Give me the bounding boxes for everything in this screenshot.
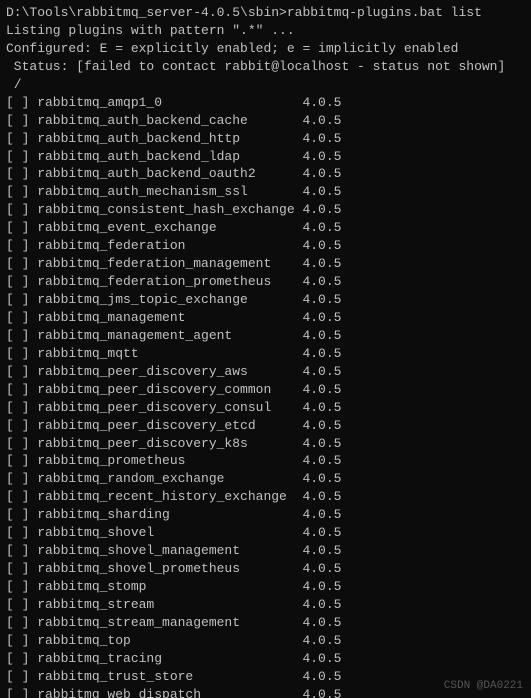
terminal-line: [ ] rabbitmq_random_exchange 4.0.5 bbox=[6, 470, 525, 488]
terminal-line: [ ] rabbitmq_management 4.0.5 bbox=[6, 309, 525, 327]
terminal-line: / bbox=[6, 76, 525, 94]
terminal-line: [ ] rabbitmq_tracing 4.0.5 bbox=[6, 650, 525, 668]
terminal-line: [ ] rabbitmq_event_exchange 4.0.5 bbox=[6, 219, 525, 237]
terminal-line: [ ] rabbitmq_peer_discovery_aws 4.0.5 bbox=[6, 363, 525, 381]
terminal-line: [ ] rabbitmq_stream 4.0.5 bbox=[6, 596, 525, 614]
terminal-line: [ ] rabbitmq_auth_backend_http 4.0.5 bbox=[6, 130, 525, 148]
terminal-line: [ ] rabbitmq_peer_discovery_etcd 4.0.5 bbox=[6, 417, 525, 435]
terminal-line: [ ] rabbitmq_jms_topic_exchange 4.0.5 bbox=[6, 291, 525, 309]
terminal-line: [ ] rabbitmq_prometheus 4.0.5 bbox=[6, 452, 525, 470]
terminal-output: D:\Tools\rabbitmq_server-4.0.5\sbin>rabb… bbox=[6, 4, 525, 698]
terminal-line: [ ] rabbitmq_management_agent 4.0.5 bbox=[6, 327, 525, 345]
terminal-line: [ ] rabbitmq_shovel 4.0.5 bbox=[6, 524, 525, 542]
terminal-line: D:\Tools\rabbitmq_server-4.0.5\sbin>rabb… bbox=[6, 4, 525, 22]
terminal-line: [ ] rabbitmq_shovel_management 4.0.5 bbox=[6, 542, 525, 560]
terminal-line: [ ] rabbitmq_mqtt 4.0.5 bbox=[6, 345, 525, 363]
watermark: CSDN @DA0221 bbox=[444, 680, 523, 692]
terminal-line: [ ] rabbitmq_auth_backend_oauth2 4.0.5 bbox=[6, 165, 525, 183]
terminal-line: [ ] rabbitmq_federation 4.0.5 bbox=[6, 237, 525, 255]
terminal-line: Listing plugins with pattern ".*" ... bbox=[6, 22, 525, 40]
terminal-window: D:\Tools\rabbitmq_server-4.0.5\sbin>rabb… bbox=[0, 0, 531, 698]
terminal-line: [ ] rabbitmq_amqp1_0 4.0.5 bbox=[6, 94, 525, 112]
terminal-line: Configured: E = explicitly enabled; e = … bbox=[6, 40, 525, 58]
terminal-line: [ ] rabbitmq_stream_management 4.0.5 bbox=[6, 614, 525, 632]
terminal-line: [ ] rabbitmq_shovel_prometheus 4.0.5 bbox=[6, 560, 525, 578]
terminal-line: [ ] rabbitmq_federation_management 4.0.5 bbox=[6, 255, 525, 273]
terminal-line: [ ] rabbitmq_consistent_hash_exchange 4.… bbox=[6, 201, 525, 219]
terminal-line: [ ] rabbitmq_auth_mechanism_ssl 4.0.5 bbox=[6, 183, 525, 201]
terminal-line: [ ] rabbitmq_top 4.0.5 bbox=[6, 632, 525, 650]
terminal-line: [ ] rabbitmq_auth_backend_ldap 4.0.5 bbox=[6, 148, 525, 166]
terminal-line: [ ] rabbitmq_auth_backend_cache 4.0.5 bbox=[6, 112, 525, 130]
terminal-line: [ ] rabbitmq_peer_discovery_consul 4.0.5 bbox=[6, 399, 525, 417]
terminal-line: [ ] rabbitmq_recent_history_exchange 4.0… bbox=[6, 488, 525, 506]
terminal-line: [ ] rabbitmq_sharding 4.0.5 bbox=[6, 506, 525, 524]
terminal-line: [ ] rabbitmq_federation_prometheus 4.0.5 bbox=[6, 273, 525, 291]
terminal-line: [ ] rabbitmq_stomp 4.0.5 bbox=[6, 578, 525, 596]
terminal-line: [ ] rabbitmq_peer_discovery_common 4.0.5 bbox=[6, 381, 525, 399]
terminal-line: Status: [failed to contact rabbit@localh… bbox=[6, 58, 525, 76]
terminal-line: [ ] rabbitmq_peer_discovery_k8s 4.0.5 bbox=[6, 435, 525, 453]
